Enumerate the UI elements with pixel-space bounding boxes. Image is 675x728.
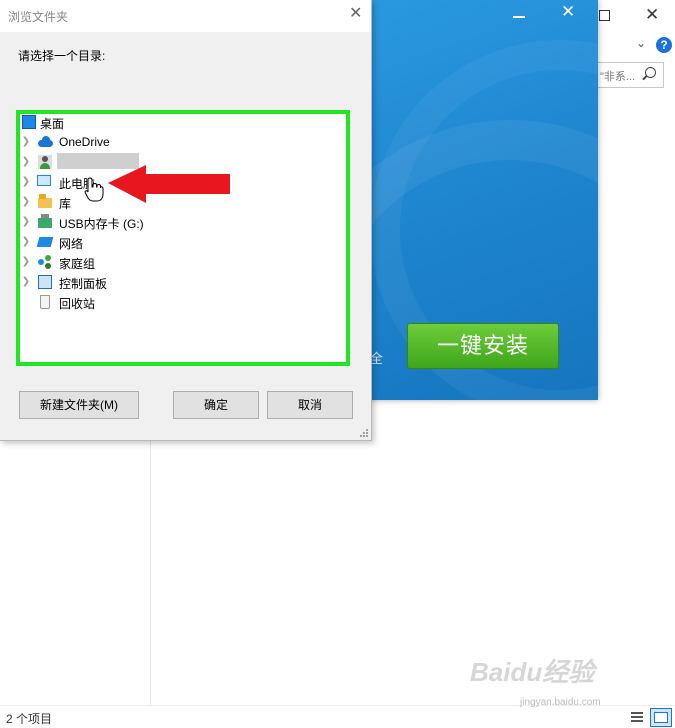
one-click-install-button[interactable]: 一键安装 [407,323,559,369]
close-icon[interactable]: ✕ [645,6,659,23]
folder-tree[interactable]: 桌面 ❯ OneDrive ❯ ❯ 此电脑 ❯ 库 ❯ USB内存卡 (G:) … [16,110,350,366]
close-icon[interactable]: ✕ [349,4,362,24]
dialog-title: 浏览文件夹 [8,10,69,24]
ok-button[interactable]: 确定 [173,391,259,419]
close-icon[interactable]: ✕ [561,3,575,20]
usb-drive-icon [38,214,52,228]
new-folder-button[interactable]: 新建文件夹(M) [19,391,139,419]
expand-chevron-icon[interactable]: ❯ [21,232,31,252]
hand-pointer-cursor-icon [84,177,104,202]
tree-item-label: 桌面 [40,117,65,131]
large-icons-view-icon[interactable] [650,708,672,727]
desktop-icon [22,115,36,129]
search-input[interactable]: "非系... [596,62,664,88]
expand-chevron-icon[interactable]: ❯ [21,272,31,292]
expand-chevron-icon[interactable]: ❯ [21,132,31,152]
computer-icon [37,175,51,186]
chevron-down-icon[interactable]: ⌄ [636,36,646,50]
tree-item-desktop[interactable]: 桌面 [16,112,346,132]
expand-chevron-icon[interactable]: ❯ [21,152,31,172]
homegroup-icon [38,255,52,269]
help-icon[interactable]: ? [656,37,672,53]
expand-chevron-icon[interactable]: ❯ [21,192,31,212]
tree-item-recycle-bin[interactable]: 回收站 [16,292,346,312]
tree-item-label: USB内存卡 (G:) [59,217,144,231]
search-placeholder: "非系... [600,71,636,83]
onedrive-cloud-icon [38,135,53,149]
search-icon[interactable] [645,67,656,78]
status-bar: 2 个项目 [0,705,675,728]
baidu-watermark: Baidu经验 [470,657,595,687]
tree-item-usb-drive[interactable]: ❯ USB内存卡 (G:) [16,212,346,232]
maximize-icon[interactable] [599,10,610,21]
dialog-titlebar: 浏览文件夹 ✕ [0,0,371,32]
cancel-button[interactable]: 取消 [267,391,353,419]
browse-folder-dialog: 浏览文件夹 ✕ 请选择一个目录: 桌面 ❯ OneDrive ❯ ❯ 此电脑 ❯ [0,0,372,441]
tree-item-label: 库 [59,197,72,211]
tree-item-label: OneDrive [59,135,110,149]
installer-window: ✕ 全 一键安装 [350,0,598,400]
item-count: 2 个项目 [6,712,53,726]
expand-chevron-icon[interactable]: ❯ [21,252,31,272]
tree-item-label: 回收站 [59,297,96,311]
user-icon [38,155,52,169]
minimize-icon[interactable] [513,16,525,18]
red-arrow-annotation [108,165,230,203]
tree-item-label: 控制面板 [59,277,108,291]
tree-item-control-panel[interactable]: ❯ 控制面板 [16,272,346,292]
expand-chevron-icon[interactable]: ❯ [21,212,31,232]
recycle-bin-icon [40,295,50,309]
control-panel-icon [38,275,52,289]
dialog-prompt: 请选择一个目录: [18,49,106,63]
tree-item-onedrive[interactable]: ❯ OneDrive [16,132,346,152]
pane-divider[interactable] [150,400,151,705]
library-icon [38,194,52,208]
watermark-url: jingyan.baidu.com [520,697,601,708]
network-icon [36,237,54,247]
tree-item-homegroup[interactable]: ❯ 家庭组 [16,252,346,272]
resize-grip-icon[interactable] [359,428,369,438]
tree-item-label: 网络 [59,237,84,251]
tree-item-label: 家庭组 [59,257,96,271]
tree-item-network[interactable]: ❯ 网络 [16,232,346,252]
details-view-icon[interactable] [629,709,645,725]
expand-chevron-icon[interactable]: ❯ [21,172,31,192]
